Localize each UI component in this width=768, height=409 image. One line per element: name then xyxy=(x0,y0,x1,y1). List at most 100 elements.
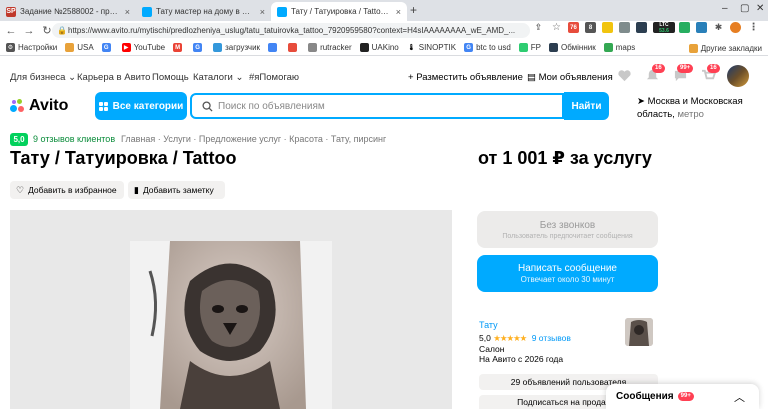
seller-type: Салон xyxy=(479,344,505,354)
avito-favicon xyxy=(277,6,287,17)
back-icon[interactable]: ← xyxy=(4,25,18,37)
seller-since: На Авито с 2026 года xyxy=(479,354,564,364)
browser-tab-active-listing[interactable]: Тату / Татуировка / Tattoo (79209 × xyxy=(271,2,407,21)
leaf-icon xyxy=(518,43,528,52)
close-icon[interactable]: × xyxy=(260,7,265,17)
page-title: Тату / Татуировка / Tattoo xyxy=(10,148,237,168)
bookmark-star-icon[interactable]: ☆ xyxy=(551,22,562,33)
bookmark-rutracker[interactable]: rutracker xyxy=(308,43,352,52)
extension-icon[interactable] xyxy=(602,22,613,33)
nav-catalogs[interactable]: Каталоги ⌄ xyxy=(193,72,243,83)
rating-stars-icon: ★★★★★ xyxy=(493,333,527,343)
map-pin-icon xyxy=(603,43,613,52)
client-reviews-link[interactable]: 9 отзывов клиентов xyxy=(33,134,115,144)
bookmark-other[interactable]: Другие закладки xyxy=(688,43,762,53)
google-icon: G xyxy=(193,43,203,52)
location-arrow-icon: ➤ xyxy=(637,96,645,107)
extension-icon[interactable] xyxy=(619,22,630,33)
bookmark-uakino[interactable]: UAKino xyxy=(359,43,399,52)
profile-avatar[interactable] xyxy=(730,22,741,33)
avito-logo[interactable]: Avito xyxy=(10,97,68,115)
share-icon[interactable]: ⇪ xyxy=(533,22,544,33)
add-note-button[interactable]: ▮ Добавить заметку xyxy=(128,181,225,199)
extension-badge-icon[interactable]: 76 xyxy=(568,22,579,33)
url-field[interactable]: 🔒 https://www.avito.ru/mytischi/predlozh… xyxy=(52,23,530,38)
seller-rating: 5,0 ★★★★★ 9 отзывов xyxy=(479,333,571,343)
no-calls-button[interactable]: Без звонков Пользователь предпочитает со… xyxy=(477,211,658,248)
notifications-badge: 16 xyxy=(652,64,665,73)
add-favorite-button[interactable]: ♡ Добавить в избранное xyxy=(10,181,124,199)
extension-icon[interactable] xyxy=(636,22,647,33)
nav-post-ad[interactable]: + Разместить объявление xyxy=(408,72,523,83)
heart-icon[interactable] xyxy=(617,69,632,82)
bookmark-google-3[interactable]: Gbtc to usd xyxy=(464,43,511,52)
bookmark-google-2[interactable]: G xyxy=(193,43,205,52)
chevron-up-icon[interactable]: ︿ xyxy=(734,389,745,405)
all-categories-button[interactable]: Все категории xyxy=(95,92,187,120)
new-tab-icon[interactable]: + xyxy=(410,3,417,17)
bookmark-gift[interactable] xyxy=(288,43,300,52)
photo-gallery[interactable] xyxy=(10,210,452,409)
messages-count-badge: 99+ xyxy=(677,392,694,401)
gmail-icon: M xyxy=(173,43,183,52)
nav-my-ads[interactable]: ▤ Мои объявления xyxy=(527,72,613,83)
seller-avatar[interactable] xyxy=(625,318,653,346)
listing-photo[interactable] xyxy=(130,241,332,409)
puzzle-icon[interactable]: ✱ xyxy=(713,22,724,33)
bookmark-exchanger[interactable]: Обмінник xyxy=(549,43,596,52)
breadcrumb[interactable]: Главная · Услуги · Предложение услуг · К… xyxy=(121,134,386,144)
seller-name-link[interactable]: Тату xyxy=(479,320,498,330)
avito-favicon xyxy=(142,6,152,17)
write-message-button[interactable]: Написать сообщение Отвечает около 30 мин… xyxy=(477,255,658,292)
bookmark-gmail[interactable]: M xyxy=(173,43,185,52)
nav-help-tag[interactable]: #яПомогаю xyxy=(249,72,299,83)
seller-avatar-image xyxy=(625,318,653,346)
price: от 1 001 ₽ за услугу xyxy=(478,148,652,168)
tab-label: Тату / Татуировка / Tattoo (79209 xyxy=(291,7,392,16)
search-button[interactable]: Найти xyxy=(564,92,609,120)
bookmark-fp[interactable]: FP xyxy=(518,43,541,52)
nav-help[interactable]: Помощь xyxy=(152,72,189,83)
seller-reviews-link[interactable]: 9 отзывов xyxy=(532,333,571,343)
gear-icon: ⚙ xyxy=(6,43,15,52)
browser-tab-tattoo-search[interactable]: Тату мастер на дому в Москве и × xyxy=(136,2,271,21)
nav-career[interactable]: Карьера в Авито xyxy=(77,72,150,83)
user-avatar[interactable] xyxy=(727,65,749,87)
bookmark-translate[interactable] xyxy=(268,43,280,52)
download-icon[interactable] xyxy=(696,22,707,33)
bookmark-maps[interactable]: maps xyxy=(603,43,635,52)
ltc-price-extension[interactable]: LTC 53.6 xyxy=(653,22,675,34)
forward-icon[interactable]: → xyxy=(22,25,36,37)
search-input[interactable]: Поиск по объявлениям xyxy=(190,93,564,119)
folder-icon xyxy=(688,43,698,53)
messages-panel[interactable]: Сообщения 99+ ︿ xyxy=(606,384,759,409)
tab-label: Тату мастер на дому в Москве и xyxy=(156,7,256,16)
close-icon[interactable]: × xyxy=(396,7,401,17)
extension-icon[interactable] xyxy=(679,22,690,33)
translate-icon xyxy=(268,43,278,52)
bookmark-downloader[interactable]: загрузчик xyxy=(213,43,260,52)
bookmark-usa[interactable]: USA xyxy=(65,43,94,52)
extension-icon[interactable]: 8 xyxy=(585,22,596,33)
url-text: https://www.avito.ru/mytischi/predlozhen… xyxy=(68,26,516,35)
search-placeholder: Поиск по объявлениям xyxy=(218,100,325,112)
close-icon[interactable]: × xyxy=(125,7,130,17)
thermometer-icon: 🌡 xyxy=(406,43,416,52)
lion-tattoo-image xyxy=(130,241,332,409)
window-close-icon[interactable]: ✕ xyxy=(756,3,764,14)
minimize-icon[interactable]: – xyxy=(722,3,728,14)
bookmark-google[interactable]: G xyxy=(101,43,114,52)
menu-kebab-icon[interactable]: ⋮ xyxy=(748,22,759,33)
film-icon xyxy=(359,43,369,52)
location-selector[interactable]: ➤ Москва и Московская область, метро xyxy=(637,95,765,121)
bookmark-sinoptik[interactable]: 🌡 SINOPTIK xyxy=(406,43,456,52)
bookmark-youtube[interactable]: ▶ YouTube xyxy=(121,43,165,52)
lock-icon[interactable]: 🔒 xyxy=(57,23,67,38)
google-icon: G xyxy=(101,43,111,52)
cart-badge: 16 xyxy=(707,64,720,73)
folder-icon xyxy=(65,43,75,52)
nav-for-business[interactable]: Для бизнеса ⌄ xyxy=(10,72,76,83)
browser-tab-task[interactable]: SP Задание №2588002 - просмотр з × xyxy=(0,2,136,21)
maximize-icon[interactable]: ▢ xyxy=(740,3,749,14)
bookmark-settings[interactable]: ⚙ Настройки xyxy=(6,43,57,52)
